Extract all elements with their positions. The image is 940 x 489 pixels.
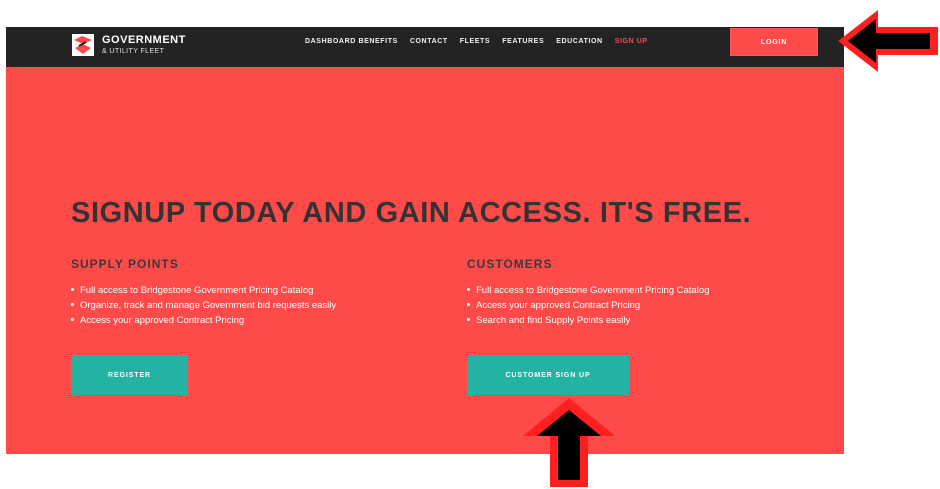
list-item: Organize, track and manage Government bi… <box>71 298 431 313</box>
nav-item-sign-up[interactable]: SIGN UP <box>615 38 648 45</box>
customers-title: CUSTOMERS <box>467 257 553 271</box>
supply-points-benefits-list: Full access to Bridgestone Government Pr… <box>71 283 431 328</box>
screenshot-stage: GOVERNMENT & UTILITY FLEET DASHBOARD BEN… <box>0 0 940 489</box>
brand-logo[interactable]: GOVERNMENT & UTILITY FLEET <box>72 31 186 59</box>
main-navigation: DASHBOARD BENEFITS CONTACT FLEETS FEATUR… <box>305 38 648 45</box>
bullet-icon <box>71 318 74 321</box>
nav-item-dashboard-benefits[interactable]: DASHBOARD BENEFITS <box>305 38 398 45</box>
nav-item-education[interactable]: EDUCATION <box>556 38 603 45</box>
top-navigation-bar: GOVERNMENT & UTILITY FLEET DASHBOARD BEN… <box>6 27 844 67</box>
bullet-icon <box>467 288 470 291</box>
login-button[interactable]: LOGIN <box>730 28 818 56</box>
list-item-text: Organize, track and manage Government bi… <box>80 300 337 311</box>
bullet-icon <box>467 318 470 321</box>
list-item-text: Access your approved Contract Pricing <box>476 300 641 311</box>
list-item: Access your approved Contract Pricing <box>467 298 827 313</box>
supply-points-section: SUPPLY POINTS Full access to Bridgestone… <box>71 257 431 328</box>
signup-page: GOVERNMENT & UTILITY FLEET DASHBOARD BEN… <box>6 27 844 454</box>
bullet-icon <box>467 303 470 306</box>
brand-subtitle: & UTILITY FLEET <box>102 48 165 55</box>
list-item-text: Full access to Bridgestone Government Pr… <box>80 285 314 296</box>
nav-item-features[interactable]: FEATURES <box>502 38 544 45</box>
left-pointing-arrow-icon <box>838 10 938 72</box>
list-item: Access your approved Contract Pricing <box>71 313 431 328</box>
customers-section: CUSTOMERS Full access to Bridgestone Gov… <box>467 257 827 328</box>
supply-points-title: SUPPLY POINTS <box>71 257 179 271</box>
bullet-icon <box>71 303 74 306</box>
list-item-text: Search and find Supply Points easily <box>476 315 631 326</box>
customers-benefits-list: Full access to Bridgestone Government Pr… <box>467 283 827 328</box>
brand-title: GOVERNMENT <box>102 34 186 46</box>
nav-item-contact[interactable]: CONTACT <box>410 38 448 45</box>
register-button[interactable]: REGISTER <box>71 355 188 395</box>
brand-logo-icon <box>72 34 94 56</box>
up-pointing-arrow-icon <box>523 398 615 487</box>
list-item-text: Access your approved Contract Pricing <box>80 315 245 326</box>
customer-sign-up-button[interactable]: CUSTOMER SIGN UP <box>467 355 629 395</box>
list-item: Full access to Bridgestone Government Pr… <box>467 283 827 298</box>
list-item-text: Full access to Bridgestone Government Pr… <box>476 285 710 296</box>
nav-item-fleets[interactable]: FLEETS <box>460 38 490 45</box>
list-item: Search and find Supply Points easily <box>467 313 827 328</box>
bullet-icon <box>71 288 74 291</box>
brand-text: GOVERNMENT & UTILITY FLEET <box>102 34 186 56</box>
list-item: Full access to Bridgestone Government Pr… <box>71 283 431 298</box>
hero-heading: SIGNUP TODAY AND GAIN ACCESS. IT'S FREE. <box>71 197 752 229</box>
